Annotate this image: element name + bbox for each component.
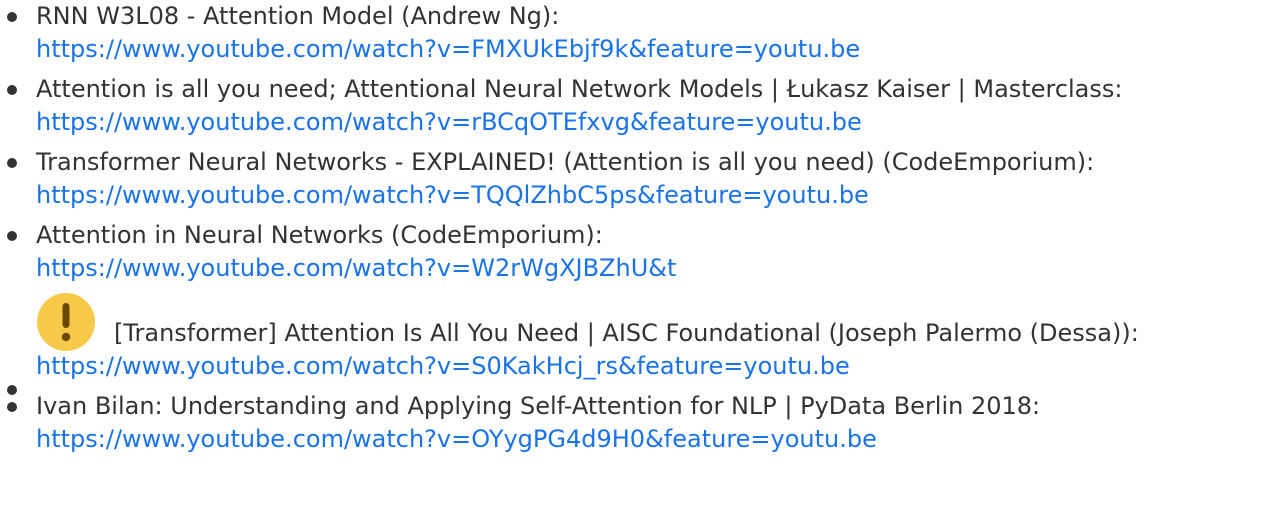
item-title: Attention in Neural Networks (CodeEmpori… xyxy=(36,221,603,249)
item-title: RNN W3L08 - Attention Model (Andrew Ng): xyxy=(36,2,560,30)
item-title: Transformer Neural Networks - EXPLAINED!… xyxy=(36,148,1095,176)
bullet xyxy=(7,231,17,241)
bullet xyxy=(7,85,17,95)
video-link[interactable]: https://www.youtube.com/watch?v=TQQlZhbC… xyxy=(36,179,1263,212)
video-link[interactable]: https://www.youtube.com/watch?v=S0KakHcj… xyxy=(36,350,1263,383)
list-item: Transformer Neural Networks - EXPLAINED!… xyxy=(0,146,1263,212)
list-item: Ivan Bilan: Understanding and Applying S… xyxy=(0,390,1263,456)
list-item: Attention in Neural Networks (CodeEmpori… xyxy=(0,219,1263,285)
list-item: RNN W3L08 - Attention Model (Andrew Ng):… xyxy=(0,0,1263,66)
item-title: [Transformer] Attention Is All You Need … xyxy=(114,319,1139,347)
exclamation-warning-icon xyxy=(37,293,95,351)
bullet xyxy=(7,402,17,412)
item-title: Ivan Bilan: Understanding and Applying S… xyxy=(36,392,1041,420)
list-item: [Transformer] Attention Is All You Need … xyxy=(0,292,1263,395)
list-item: Attention is all you need; Attentional N… xyxy=(0,73,1263,139)
video-resource-list: RNN W3L08 - Attention Model (Andrew Ng):… xyxy=(0,0,1263,463)
item-title: Attention is all you need; Attentional N… xyxy=(36,75,1123,103)
video-link[interactable]: https://www.youtube.com/watch?v=W2rWgXJB… xyxy=(36,252,1263,285)
video-link[interactable]: https://www.youtube.com/watch?v=rBCqOTEf… xyxy=(36,106,1263,139)
bullet xyxy=(7,158,17,168)
bullet xyxy=(7,12,17,22)
video-link[interactable]: https://www.youtube.com/watch?v=OYygPG4d… xyxy=(36,423,1263,456)
video-link[interactable]: https://www.youtube.com/watch?v=FMXUkEbj… xyxy=(36,33,1263,66)
item-title-row: [Transformer] Attention Is All You Need … xyxy=(36,292,1263,351)
